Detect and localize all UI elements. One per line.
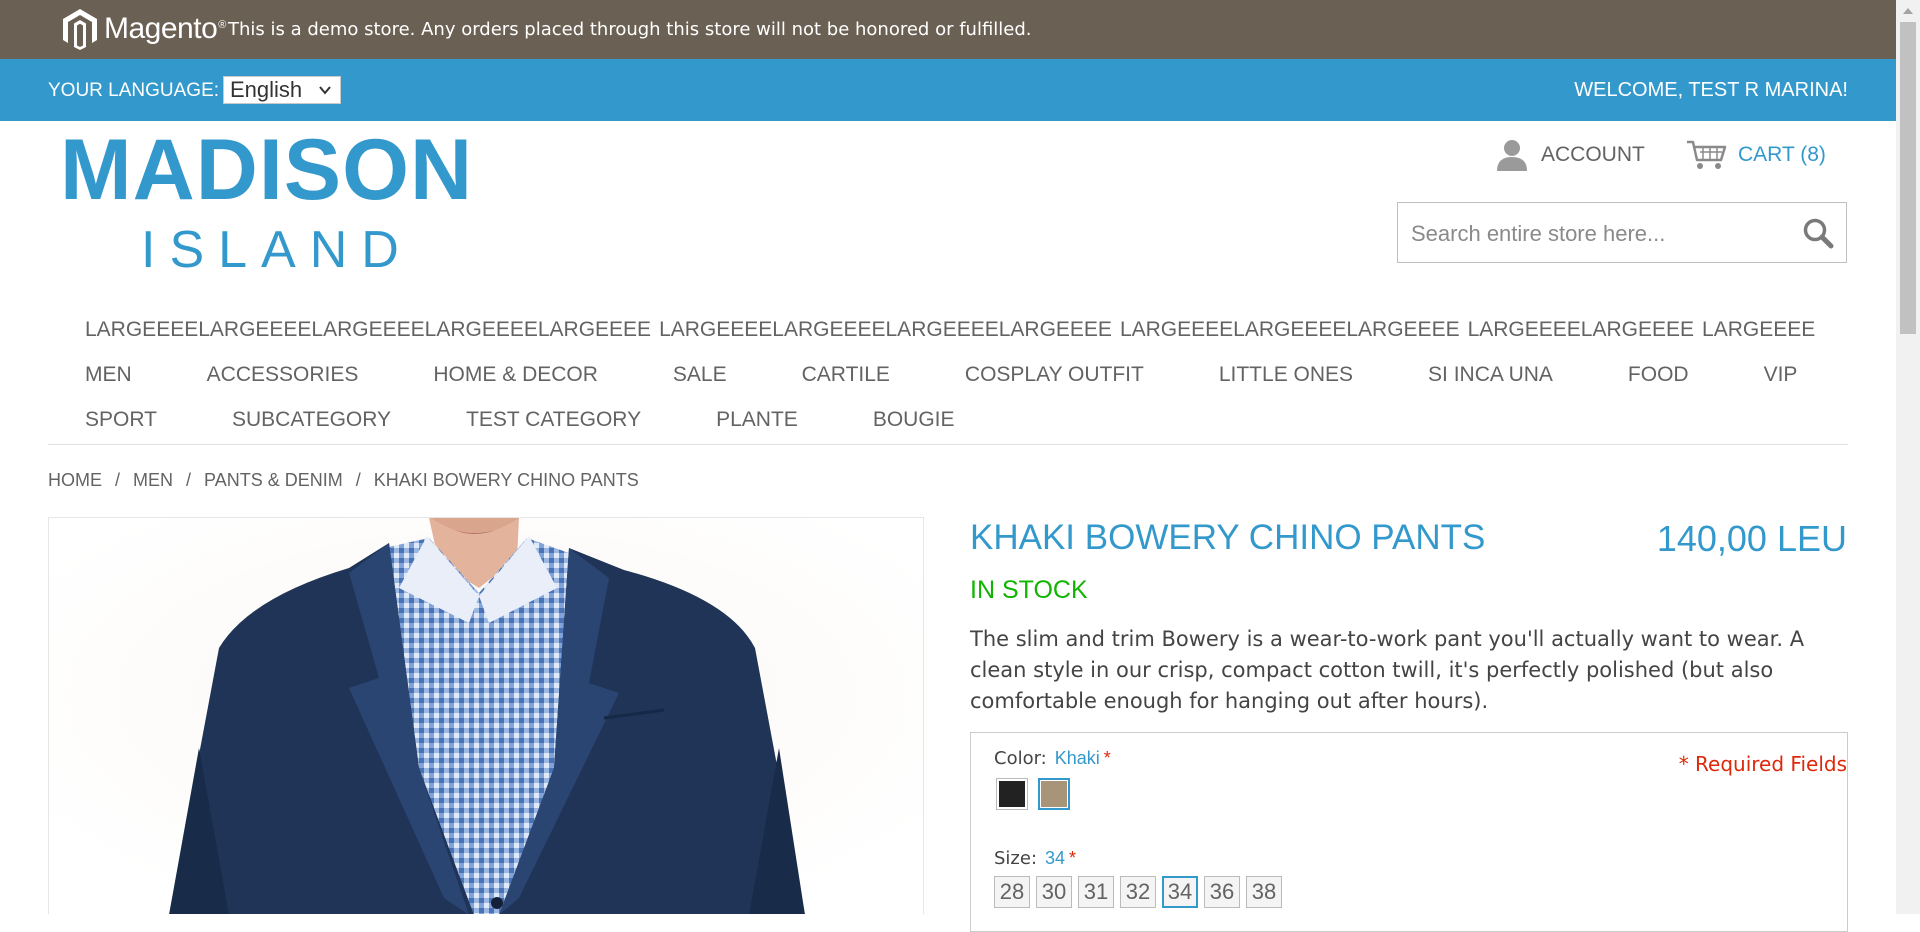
- nav-item-little-ones[interactable]: LITTLE ONES: [1219, 363, 1353, 393]
- breadcrumb: HOME / MEN / PANTS & DENIM / KHAKI BOWER…: [48, 470, 639, 491]
- nav-item-sport[interactable]: SPORT: [85, 408, 157, 438]
- product-description: The slim and trim Bowery is a wear-to-wo…: [970, 627, 1805, 713]
- search-box: [1397, 202, 1847, 264]
- nav-row-3: SPORT SUBCATEGORY TEST CATEGORY PLANTE B…: [85, 408, 1030, 438]
- nav-item[interactable]: LARGEEEELARGEEEELARGEEEE: [1120, 318, 1460, 348]
- breadcrumb-separator: /: [115, 470, 121, 490]
- nav-item[interactable]: LARGEEEELARGEEEELARGEEEELARGEEEELARGEEEE: [85, 318, 651, 348]
- breadcrumb-current: KHAKI BOWERY CHINO PANTS: [373, 470, 639, 490]
- nav-item-food[interactable]: FOOD: [1628, 363, 1689, 393]
- search-input[interactable]: [1398, 203, 1793, 264]
- color-label: Color:: [994, 748, 1047, 769]
- demo-notice-text: This is a demo store. Any orders placed …: [228, 19, 1032, 40]
- color-selected-value: Khaki: [1054, 748, 1100, 768]
- account-link[interactable]: ACCOUNT: [1495, 138, 1645, 172]
- product-image[interactable]: [48, 517, 924, 914]
- chevron-down-icon: [318, 77, 332, 111]
- size-option-label: Size: 34 *: [994, 848, 1076, 869]
- nav-item[interactable]: LARGEEEELARGEEEELARGEEEELARGEEEE: [659, 318, 1112, 348]
- nav-item-sale[interactable]: SALE: [673, 363, 727, 393]
- required-star: *: [1103, 748, 1111, 768]
- size-option-28[interactable]: 28: [994, 876, 1030, 908]
- nav-item-cosplay-outfit[interactable]: COSPLAY OUTFIT: [965, 363, 1144, 393]
- swatch-color-fill: [1041, 781, 1067, 807]
- breadcrumb-separator: /: [355, 470, 361, 490]
- color-swatch-khaki[interactable]: [1038, 778, 1070, 810]
- nav-item[interactable]: LARGEEEELARGEEEE: [1468, 318, 1694, 348]
- welcome-message: WELCOME, TEST R MARINA!: [1574, 79, 1848, 101]
- scrollbar-thumb[interactable]: [1900, 22, 1916, 334]
- size-option-30[interactable]: 30: [1036, 876, 1072, 908]
- magento-logo-icon: [63, 9, 97, 50]
- required-star: *: [1069, 848, 1077, 868]
- search-icon: [1803, 218, 1834, 249]
- nav-item[interactable]: LARGEEEE: [1702, 318, 1815, 348]
- size-option-38[interactable]: 38: [1246, 876, 1282, 908]
- nav-item-plante[interactable]: PLANTE: [716, 408, 798, 438]
- nav-row-2: MEN ACCESSORIES HOME & DECOR SALE CARTIL…: [85, 363, 1872, 393]
- cart-label: CART (8): [1738, 143, 1826, 166]
- breadcrumb-separator: /: [186, 470, 192, 490]
- size-option-32[interactable]: 32: [1120, 876, 1156, 908]
- product-name: KHAKI BOWERY CHINO PANTS: [970, 518, 1486, 557]
- store-logo-line2[interactable]: ISLAND: [141, 222, 413, 278]
- size-option-31[interactable]: 31: [1078, 876, 1114, 908]
- size-option-34[interactable]: 34: [1162, 876, 1198, 908]
- search-button[interactable]: [1802, 217, 1834, 249]
- nav-item-home-decor[interactable]: HOME & DECOR: [433, 363, 598, 393]
- nav-divider: [48, 444, 1848, 445]
- store-logo-line1[interactable]: MADISON: [60, 124, 473, 216]
- language-select[interactable]: English: [223, 76, 341, 104]
- color-swatch-black[interactable]: [996, 778, 1028, 810]
- nav-item-bougie[interactable]: BOUGIE: [873, 408, 955, 438]
- stock-status: IN STOCK: [970, 576, 1088, 604]
- breadcrumb-men[interactable]: MEN: [133, 470, 173, 491]
- nav-item-test-category[interactable]: TEST CATEGORY: [466, 408, 641, 438]
- trademark-symbol: ®: [218, 19, 227, 31]
- nav-item-si-inca-una[interactable]: SI INCA UNA: [1428, 363, 1553, 393]
- product-price: 140,00 LEU: [1656, 518, 1847, 559]
- color-option-label: Color: Khaki *: [994, 748, 1111, 769]
- nav-item-men[interactable]: MEN: [85, 363, 132, 393]
- nav-item-subcategory[interactable]: SUBCATEGORY: [232, 408, 391, 438]
- breadcrumb-home[interactable]: HOME: [48, 470, 102, 491]
- size-label: Size:: [994, 848, 1038, 869]
- nav-item-accessories[interactable]: ACCESSORIES: [207, 363, 359, 393]
- swatch-color-fill: [999, 781, 1025, 807]
- size-option-36[interactable]: 36: [1204, 876, 1240, 908]
- account-label: ACCOUNT: [1541, 143, 1645, 166]
- nav-item-cartile[interactable]: CARTILE: [802, 363, 890, 393]
- required-fields-note: * Required Fields: [1678, 752, 1847, 776]
- magento-logo-text: Magento: [104, 12, 218, 45]
- size-selected-value: 34: [1045, 848, 1066, 868]
- scroll-up-arrow-icon[interactable]: [1900, 4, 1916, 18]
- language-select-value: English: [230, 77, 303, 102]
- nav-item-vip[interactable]: VIP: [1764, 363, 1798, 393]
- language-label: YOUR LANGUAGE:: [48, 80, 220, 101]
- cart-link[interactable]: CART (8): [1686, 138, 1826, 172]
- magento-logo: Magento ®: [62, 7, 226, 51]
- breadcrumb-pants-denim[interactable]: PANTS & DENIM: [204, 470, 343, 491]
- cart-icon: [1687, 140, 1727, 169]
- nav-row-1: LARGEEEELARGEEEELARGEEEELARGEEEELARGEEEE…: [85, 318, 1823, 348]
- user-icon: [1497, 140, 1527, 171]
- product-photo: [49, 518, 923, 914]
